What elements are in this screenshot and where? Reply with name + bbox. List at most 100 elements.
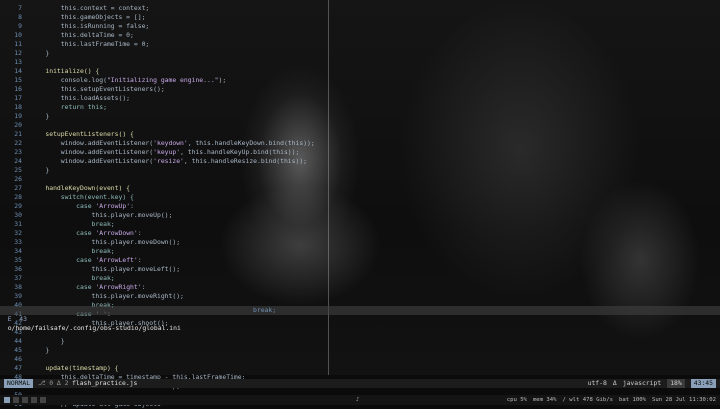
code-line[interactable]: 23 window.addEventListener('keyup', this…: [0, 148, 299, 157]
line-number: 20: [14, 121, 22, 129]
code-line[interactable]: 8 this.gameObjects = [];: [0, 13, 145, 22]
code-line[interactable]: 28 switch(event.key) {: [0, 193, 134, 202]
code-line[interactable]: 29 case 'ArrowUp':: [0, 202, 134, 211]
code-token: case: [30, 202, 96, 210]
line-number: 32: [14, 229, 22, 237]
line-number: 37: [14, 274, 22, 282]
code-line[interactable]: 26: [0, 175, 30, 184]
code-line[interactable]: 35 case 'ArrowLeft':: [0, 256, 141, 265]
code-line[interactable]: 32 case 'ArrowDown':: [0, 229, 141, 238]
line-number: 39: [14, 292, 22, 300]
mode-indicator: NORMAL: [4, 379, 34, 388]
cursor-position: 43:45: [690, 379, 716, 388]
line-number: 22: [14, 139, 22, 147]
code-token: 'ArrowDown': [95, 229, 138, 237]
code-line[interactable]: 45 }: [0, 346, 49, 355]
code-token: }: [30, 112, 50, 120]
code-line[interactable]: 22 window.addEventListener('keydown', th…: [0, 139, 315, 148]
code-token: 'ArrowUp': [95, 202, 131, 210]
line-number: 21: [14, 130, 22, 138]
code-line[interactable]: 47 update(timestamp) {: [0, 364, 119, 373]
code-line[interactable]: 14 initialize() {: [0, 67, 99, 76]
line-number: 26: [14, 175, 22, 183]
cpu-readout: cpu 5%: [506, 397, 527, 403]
code-line[interactable]: 31 break;: [0, 220, 114, 229]
code-token: case: [30, 256, 96, 264]
line-number: 46: [14, 355, 22, 363]
code-token: this.context = context;: [30, 4, 150, 12]
code-line[interactable]: 25 }: [0, 166, 49, 175]
line-number: 11: [14, 40, 22, 48]
clock: Sun 28 Jul 11:30:02: [652, 397, 716, 403]
code-line[interactable]: 24 window.addEventListener('resize', thi…: [0, 157, 307, 166]
code-line[interactable]: 44 }: [0, 337, 64, 346]
line-number: 38: [14, 283, 22, 291]
workspace-3[interactable]: [22, 397, 28, 403]
code-line[interactable]: 30 this.player.moveUp();: [0, 211, 172, 220]
workspaces: [4, 395, 46, 403]
code-line[interactable]: 15 console.log("Initializing game engine…: [0, 76, 226, 85]
command-line-path[interactable]: o/home/failsafe/.config/obs-studio/globa…: [8, 324, 181, 332]
code-editor[interactable]: 7 this.context = context; 8 this.gameObje…: [0, 0, 720, 408]
code-token: , this.handleResize.bind(this));: [183, 157, 308, 165]
code-token: window.addEventListener(: [30, 148, 154, 156]
workspace-2[interactable]: [13, 397, 19, 403]
code-line[interactable]: 13: [0, 58, 30, 67]
code-line[interactable]: 9 this.isRunning = false;: [0, 22, 149, 31]
code-line[interactable]: 10 this.deltaTime = 0;: [0, 31, 134, 40]
code-line[interactable]: 16 this.setupEventListeners();: [0, 85, 165, 94]
scroll-percent: 18%: [667, 379, 685, 388]
code-token: 'ArrowRight': [95, 283, 142, 291]
split-divider[interactable]: [328, 0, 329, 375]
command-line-prefix: E 43: [7, 315, 27, 323]
encoding: utf-8: [587, 379, 607, 387]
line-number: 13: [14, 58, 22, 66]
taskbar: ♪ cpu 5% mem 34% / wlt 478 Gib/s bat 100…: [0, 395, 720, 405]
code-token: 'ArrowLeft': [95, 256, 138, 264]
line-number: 45: [14, 346, 22, 354]
command-line-overlap-text: break;: [253, 306, 277, 314]
line-number: 16: [14, 85, 22, 93]
code-line[interactable]: 17 this.loadAssets();: [0, 94, 130, 103]
code-line[interactable]: 34 break;: [0, 247, 114, 256]
code-line[interactable]: 21 setupEventListeners() {: [0, 130, 134, 139]
battery-readout: bat 100%: [619, 397, 646, 403]
code-token: console.log(: [30, 76, 107, 84]
code-token: 'keydown': [153, 139, 188, 147]
workspace-5[interactable]: [40, 397, 46, 403]
code-line[interactable]: 27 handleKeyDown(event) {: [0, 184, 130, 193]
code-token: this.setupEventListeners();: [30, 85, 165, 93]
code-token: }: [30, 166, 50, 174]
code-line[interactable]: 39 this.player.moveRight();: [0, 292, 184, 301]
code-token: this.player.moveRight();: [30, 292, 184, 300]
workspace-1[interactable]: [4, 397, 10, 403]
line-number: 47: [14, 364, 22, 372]
code-line[interactable]: 18 return this;: [0, 103, 107, 112]
code-line[interactable]: 12 }: [0, 49, 49, 58]
workspace-4[interactable]: [31, 397, 37, 403]
command-line[interactable]: E 43 o/home/failsafe/.config/obs-studio/…: [0, 306, 720, 332]
code-line[interactable]: 38 case 'ArrowRight':: [0, 283, 145, 292]
code-line[interactable]: 11 this.lastFrameTime = 0;: [0, 40, 149, 49]
code-token: this.loadAssets();: [30, 94, 131, 102]
code-line[interactable]: 7 this.context = context;: [0, 4, 149, 13]
code-token: , this.handleKeyDown.bind(this));: [187, 139, 315, 147]
code-token: this.gameObjects = [];: [30, 13, 146, 21]
code-token: );: [218, 76, 227, 84]
code-token: , this.handleKeyUp.bind(this));: [180, 148, 300, 156]
code-line[interactable]: 46: [0, 355, 30, 364]
code-token: "Initializing game engine...": [106, 76, 219, 84]
line-number: 25: [14, 166, 22, 174]
code-line[interactable]: 36 this.player.moveLeft();: [0, 265, 180, 274]
line-number: 34: [14, 247, 22, 255]
code-line[interactable]: 33 this.player.moveDown();: [0, 238, 180, 247]
code-token: :: [130, 202, 134, 210]
code-token: case: [30, 283, 96, 291]
code-line[interactable]: 19 }: [0, 112, 49, 121]
code-token: window.addEventListener(: [30, 157, 154, 165]
code-token: setupEventListeners() {: [30, 130, 134, 138]
code-token: switch(event.key) {: [30, 193, 134, 201]
code-token: update(timestamp) {: [30, 364, 119, 372]
code-line[interactable]: 37 break;: [0, 274, 114, 283]
code-line[interactable]: 20: [0, 121, 30, 130]
